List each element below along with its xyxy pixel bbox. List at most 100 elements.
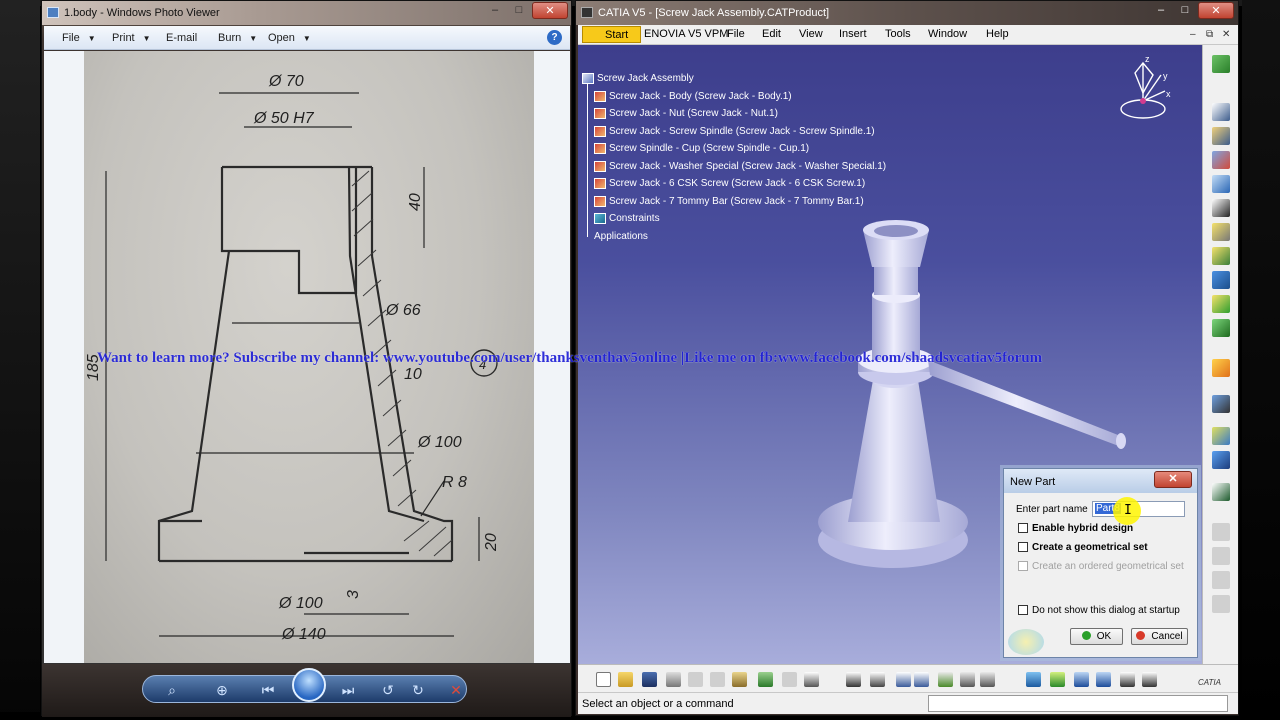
tree-item[interactable]: Screw Jack - Nut (Screw Jack - Nut.1) — [594, 108, 778, 119]
generate-numbering-icon[interactable] — [1212, 247, 1230, 265]
undo-icon[interactable] — [758, 672, 773, 687]
tree-constraints[interactable]: Constraints — [594, 213, 660, 224]
constraint-offset-icon[interactable] — [1212, 451, 1230, 469]
new-document-icon[interactable] — [596, 672, 611, 687]
rotate-right-icon[interactable]: ↻ — [408, 680, 428, 700]
ok-button[interactable]: OK — [1070, 628, 1123, 645]
mdi-minimize-button[interactable]: – — [1190, 29, 1196, 40]
zoom-in-icon[interactable] — [1120, 672, 1135, 687]
fly-mode-icon[interactable] — [1026, 672, 1041, 687]
fit-all-icon[interactable] — [1050, 672, 1065, 687]
workbench-icon[interactable] — [1212, 55, 1230, 73]
measure-icon[interactable] — [960, 672, 975, 687]
constraint-coincidence-icon[interactable] — [1212, 395, 1230, 413]
compass-icon[interactable]: z y x — [1113, 53, 1173, 128]
catia-maximize-button[interactable]: □ — [1174, 2, 1196, 19]
catalog-icon[interactable] — [914, 672, 929, 687]
select-cursor-icon[interactable] — [1212, 359, 1230, 377]
whats-this-icon[interactable] — [804, 672, 819, 687]
tree-item[interactable]: Screw Jack - Screw Spindle (Screw Jack -… — [594, 126, 875, 137]
menu-print[interactable]: Print ▼ — [112, 32, 151, 44]
enable-hybrid-checkbox[interactable] — [1018, 523, 1028, 533]
new-part-icon[interactable] — [1212, 151, 1230, 169]
manipulation-icon[interactable] — [1212, 295, 1230, 313]
actual-size-icon[interactable]: ⊕ — [212, 680, 232, 700]
zoom-icon[interactable]: ⌕ — [162, 680, 182, 700]
replace-component-icon[interactable] — [1212, 199, 1230, 217]
power-input[interactable] — [928, 695, 1228, 712]
rotate-icon[interactable] — [1096, 672, 1111, 687]
catia-titlebar[interactable]: CATIA V5 - [Screw Jack Assembly.CATProdu… — [576, 1, 1238, 25]
graph-tree-icon[interactable] — [1212, 223, 1230, 241]
menu-email[interactable]: E-mail — [166, 32, 197, 44]
menu-edit[interactable]: Edit — [762, 28, 781, 40]
cancel-label: Cancel — [1151, 631, 1183, 642]
menu-file[interactable]: File ▼ — [62, 32, 96, 44]
pan-icon[interactable] — [1074, 672, 1089, 687]
tree-item[interactable]: Screw Jack - 6 CSK Screw (Screw Jack - 6… — [594, 178, 865, 189]
cancel-button[interactable]: Cancel — [1131, 628, 1188, 645]
menu-file[interactable]: File — [727, 28, 745, 40]
tree-applications[interactable]: Applications — [594, 231, 648, 242]
help-icon[interactable]: ? — [547, 30, 562, 45]
tree-item[interactable]: Screw Jack - 7 Tommy Bar (Screw Jack - 7… — [594, 196, 864, 207]
dialog-titlebar[interactable]: New Part ✕ — [1004, 469, 1197, 493]
menu-enovia[interactable]: ENOVIA V5 VPM — [644, 28, 728, 40]
formula-icon[interactable] — [846, 672, 861, 687]
fix-component-icon[interactable] — [1212, 483, 1230, 501]
rotate-left-icon[interactable]: ↺ — [378, 680, 398, 700]
menu-insert[interactable]: Insert — [839, 28, 867, 40]
comment-icon[interactable] — [870, 672, 885, 687]
fast-multi-instantiation-icon[interactable] — [1212, 271, 1230, 289]
disabled-tool-icon — [1212, 547, 1230, 565]
menu-open[interactable]: Open ▼ — [268, 32, 311, 44]
menu-view[interactable]: View — [799, 28, 823, 40]
dialog-close-button[interactable]: ✕ — [1154, 471, 1192, 488]
save-icon[interactable] — [642, 672, 657, 687]
tree-constraints-label: Constraints — [609, 213, 660, 225]
existing-component-icon[interactable] — [1212, 175, 1230, 193]
photo-viewer-titlebar[interactable]: 1.body - Windows Photo Viewer – □ ✕ — [42, 1, 571, 25]
close-button[interactable]: ✕ — [532, 2, 568, 19]
part-icon — [594, 126, 606, 137]
mdi-close-button[interactable]: ✕ — [1222, 29, 1230, 40]
snap-icon[interactable] — [1212, 319, 1230, 337]
print-icon[interactable] — [666, 672, 681, 687]
tree-item[interactable]: Screw Spindle - Cup (Screw Spindle - Cup… — [594, 143, 809, 154]
open-folder-icon[interactable] — [618, 672, 633, 687]
create-geo-set-checkbox[interactable] — [1018, 542, 1028, 552]
table-icon[interactable] — [896, 672, 911, 687]
slideshow-button[interactable] — [292, 668, 326, 702]
menu-burn[interactable]: Burn ▼ — [218, 32, 257, 44]
copy-icon[interactable] — [710, 672, 725, 687]
menu-help[interactable]: Help — [986, 28, 1009, 40]
clash-icon[interactable] — [938, 672, 953, 687]
tree-item[interactable]: Screw Jack - Washer Special (Screw Jack … — [594, 161, 886, 172]
paste-icon[interactable] — [732, 672, 747, 687]
menu-tools[interactable]: Tools — [885, 28, 911, 40]
delete-icon[interactable]: ✕ — [446, 680, 466, 700]
minimize-button[interactable]: – — [484, 2, 506, 19]
do-not-show-checkbox[interactable] — [1018, 605, 1028, 615]
catia-minimize-button[interactable]: – — [1150, 2, 1172, 19]
tree-connector — [587, 81, 588, 237]
menu-window[interactable]: Window — [928, 28, 967, 40]
catia-right-toolbar — [1202, 45, 1238, 664]
zoom-out-icon[interactable] — [1142, 672, 1157, 687]
maximize-button[interactable]: □ — [508, 2, 530, 19]
redo-icon[interactable] — [782, 672, 797, 687]
tree-item[interactable]: Screw Jack - Body (Screw Jack - Body.1) — [594, 91, 792, 102]
mdi-restore-button[interactable]: ⧉ — [1206, 29, 1213, 40]
menu-start[interactable]: Start — [582, 26, 642, 43]
new-product-icon[interactable] — [1212, 127, 1230, 145]
new-component-icon[interactable] — [1212, 103, 1230, 121]
tree-root[interactable]: Screw Jack Assembly — [582, 73, 694, 84]
measure-item-icon[interactable] — [980, 672, 995, 687]
constraint-contact-icon[interactable] — [1212, 427, 1230, 445]
next-icon[interactable]: ⏭ — [338, 680, 358, 700]
photo-viewer-menubar: File ▼ Print ▼ E-mail Burn ▼ Open ▼ ? — [44, 26, 570, 50]
dim-base-inner: Ø 100 — [278, 595, 323, 612]
cut-icon[interactable] — [688, 672, 703, 687]
previous-icon[interactable]: ⏮ — [258, 680, 278, 700]
catia-close-button[interactable]: ✕ — [1198, 2, 1234, 19]
